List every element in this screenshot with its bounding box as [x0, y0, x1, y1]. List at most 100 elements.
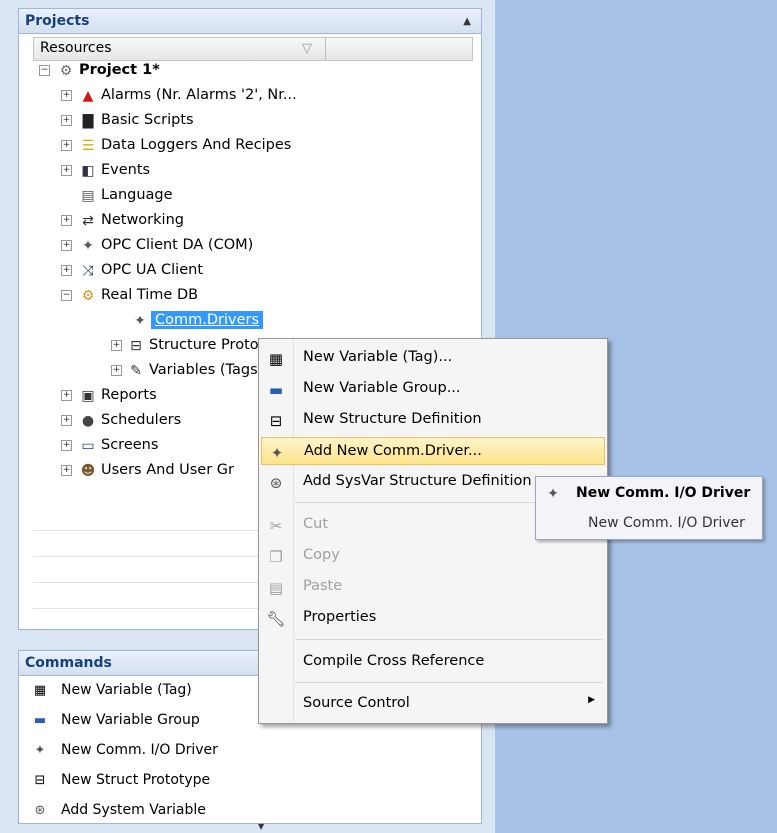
menu-item-label: Compile Cross Reference	[303, 653, 485, 669]
tree-item-label: OPC UA Client	[101, 262, 204, 278]
expand-toggle-icon[interactable]: +	[61, 215, 72, 226]
menu-item-new-variable-group[interactable]: ▬ New Variable Group...	[261, 375, 605, 403]
expand-toggle-icon[interactable]: +	[111, 340, 122, 351]
tree-item-label: Users And User Gr	[101, 462, 234, 478]
menu-item-compile-cross-reference[interactable]: Compile Cross Reference	[261, 648, 605, 676]
resources-column-header[interactable]: Resources ▽	[33, 37, 473, 61]
gear-icon: ⚙	[59, 63, 73, 79]
opc-icon: ✦	[82, 238, 94, 254]
projects-panel-title: Projects	[25, 13, 90, 29]
structure-icon: ⊟	[34, 773, 46, 788]
tree-item-label: Data Loggers And Recipes	[101, 137, 292, 153]
tree-item-label: Project 1*	[79, 62, 160, 78]
tree-item-label: Structure Proto	[149, 337, 259, 353]
column-separator[interactable]	[325, 38, 326, 60]
tree-item-networking[interactable]: + ⇄ Networking	[33, 209, 473, 234]
tree-item-label: Reports	[101, 387, 157, 403]
structure-icon: ⊟	[130, 338, 142, 354]
script-icon: ▇	[82, 113, 94, 129]
networking-icon: ⇄	[82, 213, 94, 229]
expand-toggle-icon[interactable]: +	[61, 265, 72, 276]
tree-item-label: Screens	[101, 437, 159, 453]
comm-driver-icon: ✦	[270, 444, 284, 462]
submenu-arrow-icon: ▶	[588, 695, 595, 705]
menu-separator	[295, 682, 603, 683]
menu-item-source-control[interactable]: Source Control ▶	[261, 690, 605, 718]
command-new-comm-driver[interactable]: ✦ New Comm. I/O Driver	[19, 736, 481, 766]
menu-item-copy[interactable]: ❐ Copy	[261, 542, 605, 570]
expand-toggle-icon[interactable]: +	[61, 415, 72, 426]
bell-icon: ▲	[82, 88, 94, 104]
database-icon: ☰	[81, 138, 95, 154]
tree-item-language[interactable]: ▤ Language	[33, 184, 473, 209]
event-icon: ◧	[81, 163, 95, 179]
comm-driver-icon: ✦	[547, 486, 559, 502]
tooltip-description: New Comm. I/O Driver	[588, 515, 745, 531]
reports-icon: ▣	[81, 388, 95, 404]
resources-header-label: Resources	[40, 40, 112, 56]
command-label: New Struct Prototype	[61, 772, 211, 788]
tree-item-label: Basic Scripts	[101, 112, 194, 128]
menu-item-add-new-comm-driver[interactable]: ✦ Add New Comm.Driver...	[261, 437, 605, 465]
expand-toggle-icon[interactable]: +	[61, 440, 72, 451]
filter-icon[interactable]: ▽	[302, 41, 312, 56]
collapse-toggle-icon[interactable]: −	[61, 290, 72, 301]
tree-item-label: OPC Client DA (COM)	[101, 237, 254, 253]
menu-separator	[295, 639, 603, 640]
menu-item-new-structure-definition[interactable]: ⊟ New Structure Definition	[261, 406, 605, 434]
copy-icon: ❐	[269, 548, 283, 566]
scheduler-icon: ●	[81, 413, 95, 429]
command-label: New Comm. I/O Driver	[61, 742, 218, 758]
command-add-system-variable[interactable]: ⊛ Add System Variable	[19, 796, 481, 826]
commands-panel-title: Commands	[25, 655, 112, 671]
variables-icon: ✎	[130, 363, 142, 379]
tree-item-label: Real Time DB	[101, 287, 199, 303]
command-label: New Variable (Tag)	[61, 682, 192, 698]
tree-item-events[interactable]: + ◧ Events	[33, 159, 473, 184]
tree-item-basic-scripts[interactable]: + ▇ Basic Scripts	[33, 109, 473, 134]
collapse-arrow-icon[interactable]: ▲	[463, 10, 471, 34]
tree-item-label: Language	[101, 187, 173, 203]
menu-item-label: Paste	[303, 578, 343, 594]
expand-toggle-icon[interactable]: +	[61, 140, 72, 151]
tooltip-title: New Comm. I/O Driver	[576, 485, 751, 501]
cut-icon: ✂	[269, 517, 283, 535]
menu-item-properties[interactable]: 🔧︎ Properties	[261, 604, 605, 632]
menu-item-new-variable[interactable]: ▦ New Variable (Tag)...	[261, 344, 605, 372]
tree-item-alarms[interactable]: + ▲ Alarms (Nr. Alarms '2', Nr...	[33, 84, 473, 109]
command-new-struct-prototype[interactable]: ⊟ New Struct Prototype	[19, 766, 481, 796]
new-variable-group-icon: ▬	[268, 381, 284, 399]
paste-icon: ▤	[268, 579, 284, 597]
language-icon: ▤	[81, 188, 95, 204]
tree-item-comm-drivers[interactable]: ✦ Comm.Drivers	[33, 309, 473, 334]
new-variable-icon: ▦	[33, 683, 47, 698]
tree-item-opc-client-da[interactable]: + ✦ OPC Client DA (COM)	[33, 234, 473, 259]
tree-item-label: Alarms (Nr. Alarms '2', Nr...	[101, 87, 297, 103]
new-variable-group-icon: ▬	[33, 713, 47, 728]
tree-item-project[interactable]: − ⚙ Project 1*	[33, 59, 473, 84]
rtdb-icon: ⚙	[81, 288, 95, 304]
expand-toggle-icon[interactable]: +	[61, 390, 72, 401]
expand-toggle-icon[interactable]: +	[61, 90, 72, 101]
wrench-icon: 🔧︎	[266, 610, 286, 628]
expand-toggle-icon[interactable]: +	[61, 240, 72, 251]
collapse-toggle-icon[interactable]: −	[39, 65, 50, 76]
expand-toggle-icon[interactable]: +	[111, 365, 122, 376]
scroll-down-arrow-icon[interactable]: ▼	[258, 822, 264, 831]
tree-item-label: Events	[101, 162, 151, 178]
expand-toggle-icon[interactable]: +	[61, 165, 72, 176]
screen-icon: ▭	[81, 438, 95, 454]
menu-item-label: Properties	[303, 609, 377, 625]
tree-item-data-loggers[interactable]: + ☰ Data Loggers And Recipes	[33, 134, 473, 159]
tree-item-opc-ua-client[interactable]: + ⤨ OPC UA Client	[33, 259, 473, 284]
expand-toggle-icon[interactable]: +	[61, 465, 72, 476]
expand-toggle-icon[interactable]: +	[61, 115, 72, 126]
menu-item-label: Add SysVar Structure Definition	[303, 473, 532, 489]
tree-item-label: Variables (Tags	[149, 362, 258, 378]
menu-item-label: Copy	[303, 547, 340, 563]
menu-item-label: Cut	[303, 516, 328, 532]
tree-item-real-time-db[interactable]: − ⚙ Real Time DB	[33, 284, 473, 309]
tooltip: ✦ New Comm. I/O Driver New Comm. I/O Dri…	[535, 476, 763, 540]
menu-item-paste[interactable]: ▤ Paste	[261, 573, 605, 601]
tree-item-label-selected: Comm.Drivers	[151, 311, 264, 329]
